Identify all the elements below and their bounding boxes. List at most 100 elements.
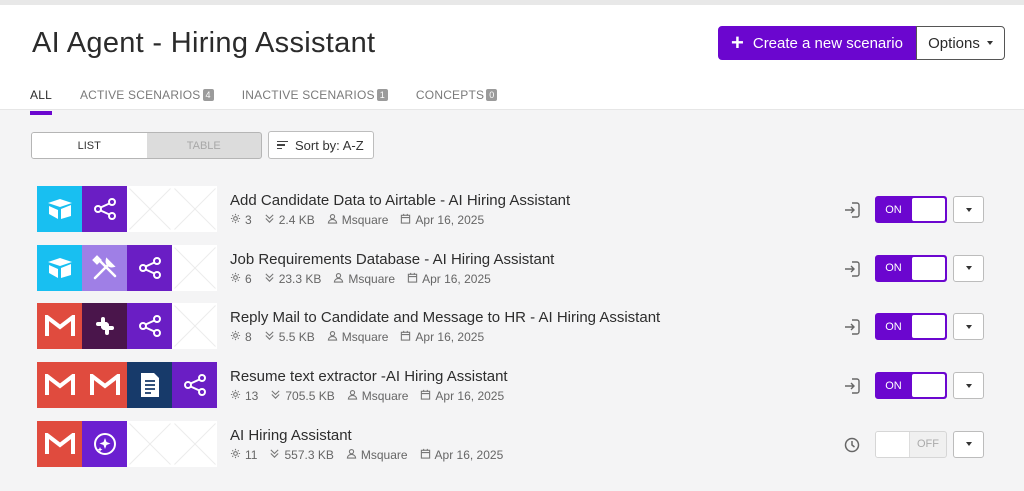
flow-control-icon — [127, 303, 172, 350]
scenario-meta: 3 2.4 KB Msquare Apr 16, 2025 — [230, 213, 496, 227]
created-date: Apr 16, 2025 — [422, 271, 491, 286]
data-size: 2.4 KB — [278, 213, 315, 227]
tab-count-badge: 1 — [376, 89, 388, 101]
caret-down-icon — [965, 266, 972, 271]
table-view-button[interactable]: TABLE — [147, 133, 262, 158]
page-title: AI Agent - Hiring Assistant — [32, 27, 376, 59]
instant-trigger-icon — [843, 201, 861, 219]
instant-trigger-icon — [843, 260, 861, 278]
modules-icon — [230, 213, 245, 227]
modules-icon — [230, 448, 245, 462]
toggle-label: ON — [885, 379, 902, 392]
tab-all[interactable]: ALL — [30, 83, 52, 115]
scenario-menu-button[interactable] — [953, 372, 984, 400]
tab-inactive-scenarios[interactable]: INACTIVE SCENARIOS 1 — [242, 83, 388, 115]
modules-count: 13 — [245, 389, 259, 404]
scenario-toggle[interactable]: OFF — [875, 430, 947, 458]
ai-agent-icon — [82, 420, 127, 467]
owner-name: Msquare — [348, 271, 396, 286]
sort-icon — [277, 139, 288, 152]
scenario-title[interactable]: AI Hiring Assistant — [230, 427, 352, 444]
slack-icon — [82, 303, 127, 350]
toggle-knob — [911, 315, 945, 339]
modules-icon — [230, 389, 245, 403]
calendar-icon — [407, 272, 422, 286]
scenario-toggle[interactable]: ON — [875, 196, 947, 223]
scenario-app-icons[interactable] — [37, 303, 217, 350]
scenario-menu-button[interactable] — [953, 313, 984, 341]
scenario-tabs: ALL ACTIVE SCENARIOS 4 INACTIVE SCENARIOS… — [30, 83, 525, 115]
instant-trigger-icon — [843, 377, 861, 395]
scenario-app-icons[interactable] — [37, 420, 217, 467]
scenario-menu-button[interactable] — [953, 254, 984, 282]
tab-active-scenarios[interactable]: ACTIVE SCENARIOS 4 — [80, 83, 214, 115]
scenario-row[interactable]: Reply Mail to Candidate and Message to H… — [0, 303, 1024, 350]
gmail-icon — [37, 362, 82, 409]
create-scenario-button[interactable]: + Create a new scenario — [718, 26, 917, 60]
toggle-knob — [911, 374, 945, 398]
owner-name: Msquare — [360, 447, 408, 462]
scenario-title[interactable]: Job Requirements Database - AI Hiring As… — [230, 251, 554, 268]
modules-count: 8 — [245, 330, 252, 345]
created-date: Apr 16, 2025 — [415, 330, 485, 345]
caret-down-icon — [965, 324, 972, 329]
gmail-icon — [82, 362, 127, 409]
empty-module-slot — [172, 420, 217, 467]
user-icon — [333, 272, 348, 286]
tab-concepts[interactable]: CONCEPTS 0 — [416, 83, 498, 115]
instant-trigger-icon — [843, 318, 861, 336]
list-view-button[interactable]: LIST — [32, 133, 147, 158]
owner-name: Msquare — [341, 213, 389, 227]
user-icon — [347, 389, 362, 403]
scenario-row[interactable]: Resume text extractor -AI Hiring Assista… — [0, 362, 1024, 409]
scenario-toggle[interactable]: ON — [875, 372, 947, 400]
user-icon — [327, 213, 342, 227]
airtable-icon — [37, 186, 82, 232]
gmail-icon — [37, 420, 82, 467]
options-button[interactable]: Options — [916, 26, 1005, 60]
toggle-label: ON — [885, 262, 902, 275]
toggle-knob — [876, 431, 910, 457]
scenario-toggle[interactable]: ON — [875, 254, 947, 282]
owner-name: Msquare — [361, 389, 409, 404]
scenario-meta: 11 557.3 KB Msquare Apr 16, 2025 — [230, 448, 515, 462]
scenario-row[interactable]: AI Hiring Assistant 11 557.3 KB Msquare Apr … — [0, 420, 1024, 467]
modules-icon — [230, 330, 245, 344]
scenario-title[interactable]: Add Candidate Data to Airtable - AI Hiri… — [230, 192, 570, 209]
toggle-knob — [911, 198, 945, 221]
caret-down-icon — [986, 41, 993, 45]
scenario-app-icons[interactable] — [37, 362, 217, 409]
airtable-icon — [37, 244, 82, 291]
caret-down-icon — [965, 383, 972, 388]
calendar-icon — [420, 448, 435, 462]
data-size: 5.5 KB — [278, 330, 315, 345]
tab-label: ACTIVE SCENARIOS — [79, 88, 201, 102]
flow-control-icon — [127, 244, 172, 291]
scenario-row[interactable]: Add Candidate Data to Airtable - AI Hiri… — [0, 186, 1024, 232]
scenario-menu-button[interactable] — [953, 196, 984, 223]
empty-module-slot — [172, 303, 217, 350]
modules-count: 3 — [245, 213, 252, 227]
data-size: 557.3 KB — [284, 447, 334, 462]
scenario-title[interactable]: Resume text extractor -AI Hiring Assista… — [230, 368, 508, 385]
caret-down-icon — [965, 442, 972, 447]
data-size: 23.3 KB — [278, 271, 322, 286]
caret-down-icon — [965, 207, 972, 212]
user-icon — [346, 448, 361, 462]
clock-icon — [843, 436, 861, 454]
page-header: AI Agent - Hiring Assistant + Create a n… — [0, 0, 1024, 115]
scenario-menu-button[interactable] — [953, 430, 984, 458]
scenario-app-icons[interactable] — [37, 244, 217, 291]
plus-icon: + — [731, 30, 744, 55]
calendar-icon — [400, 330, 415, 344]
scenario-toggle[interactable]: ON — [875, 313, 947, 341]
scenario-row[interactable]: Job Requirements Database - AI Hiring As… — [0, 244, 1024, 291]
data-size-icon — [269, 448, 284, 462]
created-date: Apr 16, 2025 — [415, 213, 485, 227]
sort-button[interactable]: Sort by: A-Z — [268, 131, 374, 159]
created-date: Apr 16, 2025 — [435, 389, 505, 404]
calendar-icon — [400, 213, 415, 227]
scenario-app-icons[interactable] — [37, 186, 217, 232]
modules-count: 11 — [245, 447, 258, 462]
scenario-title[interactable]: Reply Mail to Candidate and Message to H… — [230, 309, 660, 326]
